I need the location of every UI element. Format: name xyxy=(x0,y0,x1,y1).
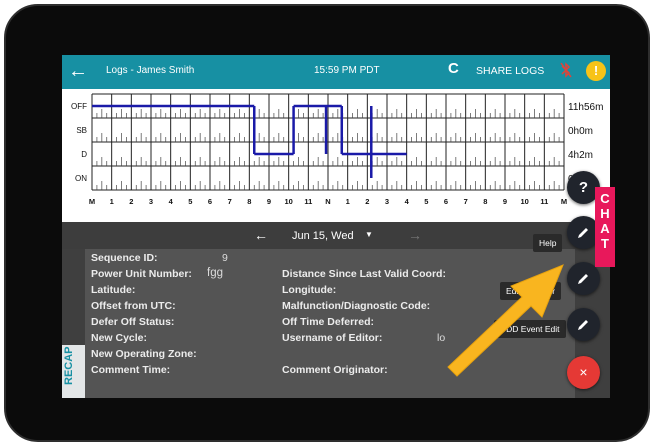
alert-icon[interactable]: ! xyxy=(586,61,606,81)
hour-tick-label: 4 xyxy=(169,197,174,206)
recap-label: RECAP xyxy=(63,346,75,385)
hour-tick-label: N xyxy=(325,197,330,206)
annotation-arrow-icon xyxy=(447,264,564,377)
hour-tick-label: 3 xyxy=(149,197,153,206)
previous-day-arrow-icon[interactable]: ← xyxy=(254,227,268,243)
hour-tick-label: 11 xyxy=(540,197,548,206)
back-arrow-icon[interactable]: ← xyxy=(68,60,88,82)
log-graph-svg: OFFSBDON11h56m0h0m4h2m0h2mM1234567891011… xyxy=(71,93,603,206)
hour-tick-label: 10 xyxy=(520,197,528,206)
malfunction-label: Malfunction/Diagnostic Code: xyxy=(282,300,431,312)
chat-tab[interactable]: C H A T xyxy=(595,187,615,267)
hour-tick-label: 6 xyxy=(444,197,448,206)
page-title: Logs - James Smith xyxy=(106,65,195,76)
latitude-label: Latitude: xyxy=(91,284,136,296)
bluetooth-off-icon[interactable] xyxy=(560,62,572,81)
current-date[interactable]: Jun 15, Wed xyxy=(292,230,354,242)
app-header: ← Logs - James Smith 15:59 PM PDT C SHAR… xyxy=(62,55,610,89)
share-logs-button[interactable]: SHARE LOGS xyxy=(476,65,544,77)
row-total-label: 4h2m xyxy=(568,150,593,161)
hour-tick-label: 7 xyxy=(228,197,232,206)
new-cycle-label: New Cycle: xyxy=(91,332,148,344)
recap-tab[interactable]: RECAP xyxy=(62,345,85,398)
hour-tick-label: 6 xyxy=(208,197,212,206)
header-clock: 15:59 PM PDT xyxy=(314,65,380,76)
hour-tick-label: 2 xyxy=(365,197,369,206)
hour-tick-label: M xyxy=(89,197,95,206)
status-row-label: ON xyxy=(75,174,87,183)
editor-label: Username of Editor: xyxy=(282,332,383,344)
hour-tick-label: 7 xyxy=(464,197,468,206)
sequence-id-label: Sequence ID: xyxy=(91,252,158,264)
hour-tick-label: 9 xyxy=(267,197,271,206)
chat-letter-h: H xyxy=(600,206,610,221)
hour-tick-label: 5 xyxy=(424,197,428,206)
hour-tick-label: 11 xyxy=(304,197,312,206)
defer-off-label: Defer Off Status: xyxy=(91,316,175,328)
operating-zone-label: New Operating Zone: xyxy=(91,348,197,360)
hour-tick-label: 9 xyxy=(503,197,507,206)
hour-tick-label: 2 xyxy=(129,197,133,206)
hour-tick-label: 4 xyxy=(405,197,410,206)
sequence-id-value: 9 xyxy=(222,252,228,264)
status-row-label: SB xyxy=(76,126,87,135)
hos-log-graph: OFFSBDON11h56m0h0m4h2m0h2mM1234567891011… xyxy=(62,89,610,222)
hour-tick-label: 3 xyxy=(385,197,389,206)
next-day-arrow-icon: → xyxy=(408,227,422,243)
row-total-label: 11h56m xyxy=(568,102,603,113)
hour-tick-label: 8 xyxy=(247,197,251,206)
hour-tick-label: 1 xyxy=(110,197,114,206)
caret-down-icon[interactable]: ▼ xyxy=(365,230,373,239)
off-time-deferred-label: Off Time Deferred: xyxy=(282,316,374,328)
longitude-label: Longitude: xyxy=(282,284,337,296)
hour-tick-label: 8 xyxy=(483,197,487,206)
status-row-label: D xyxy=(81,150,87,159)
status-row-label: OFF xyxy=(71,102,87,111)
row-total-label: 0h0m xyxy=(568,126,593,137)
power-unit-label: Power Unit Number: xyxy=(91,268,192,280)
distance-label: Distance Since Last Valid Coord: xyxy=(282,268,446,280)
offset-utc-label: Offset from UTC: xyxy=(91,300,176,312)
comment-originator-label: Comment Originator: xyxy=(282,364,388,376)
chat-letter-a: A xyxy=(600,221,610,236)
hour-tick-label: 10 xyxy=(284,197,292,206)
power-unit-value: fgg xyxy=(207,267,223,279)
hour-tick-label: 1 xyxy=(346,197,350,206)
refresh-icon[interactable]: C xyxy=(448,60,459,77)
comment-time-label: Comment Time: xyxy=(91,364,171,376)
hour-tick-label: M xyxy=(561,197,567,206)
hour-tick-label: 5 xyxy=(188,197,192,206)
chat-letter-c: C xyxy=(600,191,610,206)
chat-letter-t: T xyxy=(601,236,609,251)
